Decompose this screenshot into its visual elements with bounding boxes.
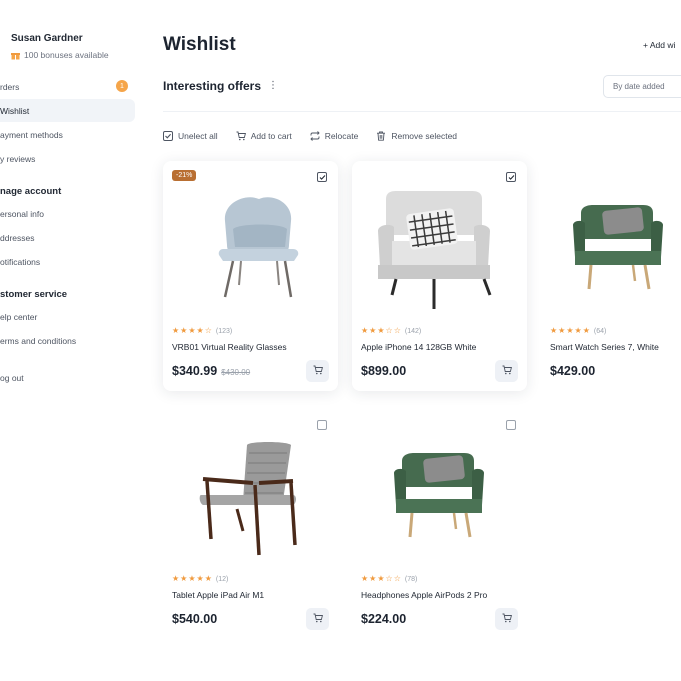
add-to-cart-label: Add to cart	[250, 131, 292, 141]
review-count: (78)	[404, 576, 418, 583]
remove-selected-label: Remove selected	[391, 131, 458, 141]
current-price: $340.99	[172, 364, 218, 378]
rating-stars-value: ★★★★☆	[172, 326, 213, 335]
unselect-all-label: Unelect all	[178, 131, 218, 141]
rating-stars: ★★★☆☆ (78)	[361, 574, 417, 583]
product-card[interactable]: ★★★☆☆ (78) Headphones Apple AirPods 2 Pro…	[352, 409, 527, 639]
discount-badge: -21%	[172, 170, 197, 181]
current-price: $429.00	[550, 364, 596, 378]
user-name: Susan Gardner	[11, 33, 83, 44]
current-price: $540.00	[172, 612, 218, 626]
toolbar: Unelect all Add to cart Relocate Remove …	[163, 131, 457, 141]
product-price: $540.00	[172, 612, 217, 626]
product-price: $340.99 $430.00	[172, 364, 250, 378]
unselect-all-button[interactable]: Unelect all	[163, 131, 218, 141]
cart-icon	[313, 610, 323, 628]
sidebar-item-payment-methods[interactable]: ayment methods	[0, 130, 63, 140]
product-card[interactable]: ★★★☆☆ (142) Apple iPhone 14 128GB White $…	[352, 161, 527, 391]
rating-stars: ★★★☆☆ (142)	[361, 326, 421, 335]
product-name[interactable]: Apple iPhone 14 128GB White	[361, 342, 476, 352]
sort-select[interactable]: By date added	[603, 75, 681, 98]
add-to-cart-button[interactable]	[495, 360, 518, 382]
divider	[163, 111, 681, 112]
sidebar-item-wishlist[interactable]: Wishlist	[0, 106, 29, 116]
bonus-info: 100 bonuses available	[11, 50, 109, 60]
product-price: $224.00	[361, 612, 406, 626]
product-image-white-armchair[interactable]	[352, 181, 527, 316]
old-price: $430.00	[221, 368, 251, 377]
rating-stars: ★★★★★ (12)	[172, 574, 228, 583]
page-title: Wishlist	[163, 34, 236, 55]
sidebar-item-notifications[interactable]: otifications	[0, 257, 40, 267]
add-to-cart-button[interactable]: Add to cart	[236, 131, 292, 141]
sidebar-item-reviews[interactable]: y reviews	[0, 154, 35, 164]
rating-stars-value: ★★★☆☆	[361, 574, 402, 583]
review-count: (142)	[404, 328, 422, 335]
product-name[interactable]: Headphones Apple AirPods 2 Pro	[361, 590, 487, 600]
more-options-icon[interactable]: ⋮	[268, 81, 278, 91]
sidebar-item-help-center[interactable]: elp center	[0, 312, 37, 322]
product-image-wood-armchair[interactable]	[163, 429, 338, 564]
add-to-cart-button[interactable]	[495, 608, 518, 630]
product-name[interactable]: VRB01 Virtual Reality Glasses	[172, 342, 287, 352]
review-count: (123)	[215, 328, 233, 335]
add-to-cart-button[interactable]	[306, 608, 329, 630]
review-count: (64)	[593, 328, 607, 335]
wishlist-subtitle: Interesting offers	[163, 79, 262, 93]
trash-icon	[376, 131, 386, 141]
sidebar-item-personal-info[interactable]: ersonal info	[0, 209, 44, 219]
current-price: $899.00	[361, 364, 407, 378]
sidebar-item-terms[interactable]: erms and conditions	[0, 336, 76, 346]
cart-icon	[313, 362, 323, 380]
cart-icon	[502, 610, 512, 628]
sidebar-item-orders[interactable]: rders	[0, 82, 19, 92]
relocate-button[interactable]: Relocate	[310, 131, 359, 141]
bonus-label: 100 bonuses available	[24, 50, 109, 60]
cart-icon	[502, 362, 512, 380]
product-price: $899.00	[361, 364, 406, 378]
product-image-green-armchair[interactable]	[541, 181, 681, 316]
current-price: $224.00	[361, 612, 407, 626]
rating-stars: ★★★★★ (64)	[550, 326, 606, 335]
checkbox-checked-icon	[163, 131, 173, 141]
relocate-label: Relocate	[324, 131, 359, 141]
product-card[interactable]: -21% ★★★★☆ (123) VRB01 Virtual Reality Gl…	[163, 161, 338, 391]
remove-selected-button[interactable]: Remove selected	[376, 131, 457, 141]
product-image-green-armchair[interactable]	[352, 429, 527, 564]
product-price: $429.00	[550, 364, 595, 378]
rating-stars-value: ★★★★★	[172, 574, 213, 583]
product-name[interactable]: Tablet Apple iPad Air M1	[172, 590, 264, 600]
sidebar-item-addresses[interactable]: ddresses	[0, 233, 35, 243]
sidebar-heading-customer-service: stomer service	[0, 289, 68, 300]
cart-icon	[236, 131, 246, 141]
add-wishlist-button[interactable]: + Add wi	[643, 40, 675, 50]
product-card[interactable]: ★★★★★ (12) Tablet Apple iPad Air M1 $540.…	[163, 409, 338, 639]
page: Susan Gardner 100 bonuses available rder…	[0, 0, 681, 681]
review-count: (12)	[215, 576, 229, 583]
add-to-cart-button[interactable]	[306, 360, 329, 382]
orders-badge: 1	[116, 80, 128, 92]
gift-icon	[11, 51, 20, 60]
relocate-icon	[310, 131, 320, 141]
product-name[interactable]: Smart Watch Series 7, White	[550, 342, 659, 352]
rating-stars-value: ★★★★★	[550, 326, 591, 335]
product-card[interactable]: ★★★★★ (64) Smart Watch Series 7, White $4…	[541, 161, 681, 391]
rating-stars-value: ★★★☆☆	[361, 326, 402, 335]
product-image-blue-armchair[interactable]	[163, 181, 338, 316]
sidebar-heading-manage-account: nage account	[0, 186, 62, 197]
sidebar-item-logout[interactable]: og out	[0, 373, 24, 383]
rating-stars: ★★★★☆ (123)	[172, 326, 232, 335]
